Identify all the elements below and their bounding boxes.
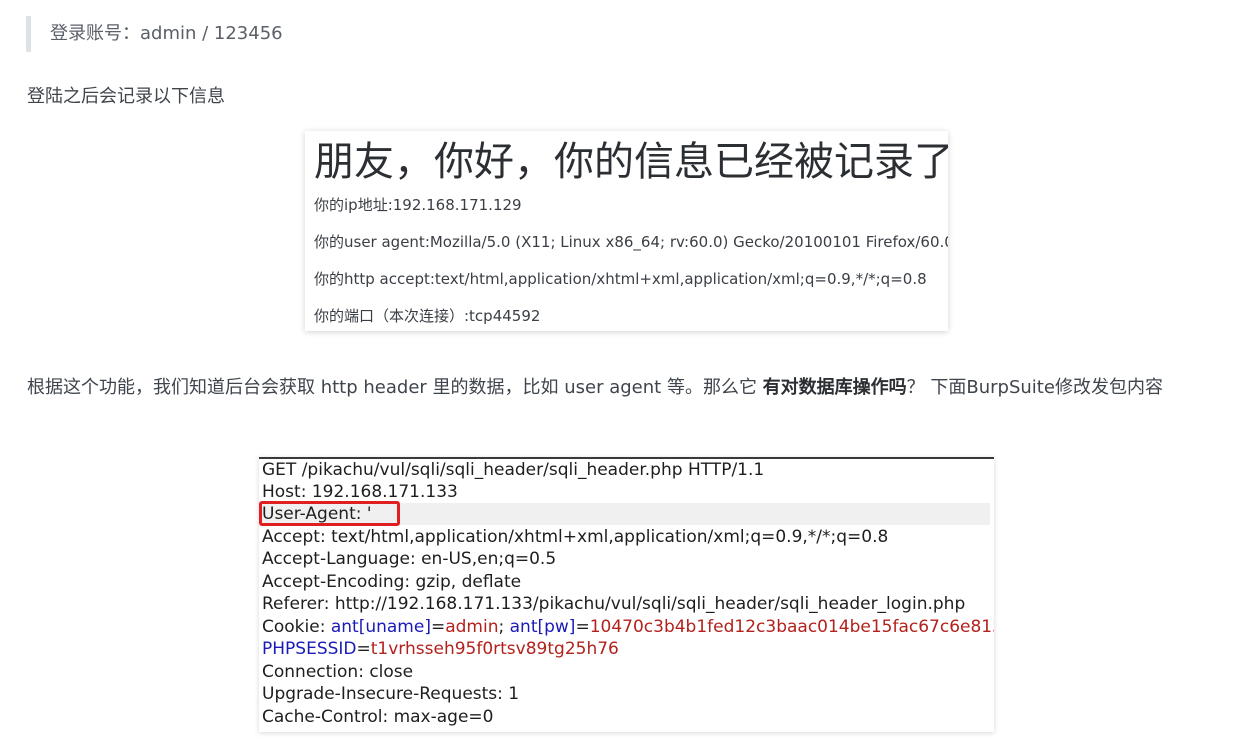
request-line-upgrade-insecure: Upgrade-Insecure-Requests: 1 [262,684,520,704]
request-line-get: GET /pikachu/vul/sqli/sqli_header/sqli_h… [262,460,765,480]
cookie-eq-2: = [575,617,590,637]
cookie-sep-1: ; [498,617,510,637]
cookie-key-uname: ant[uname] [330,617,431,637]
cookie-eq-3: = [356,639,371,659]
request-line-accept-language: Accept-Language: en-US,en;q=0.5 [262,549,557,569]
cookie-eq-1: = [430,617,446,637]
ip-address-line: 你的ip地址:192.168.171.129 [314,196,522,214]
request-line-referer: Referer: http://192.168.171.133/pikachu/… [262,594,966,614]
info-intro-paragraph: 登陆之后会记录以下信息 [27,86,225,107]
cookie-prefix: Cookie: [262,617,331,637]
cookie-key-pw: ant[pw] [509,617,576,637]
request-line-accept: Accept: text/html,application/xhtml+xml,… [262,527,889,547]
request-line-accept-encoding: Accept-Encoding: gzip, deflate [262,572,522,592]
recorded-info-screenshot: 朋友，你好，你的信息已经被记录了 你的ip地址:192.168.171.129 … [305,131,948,331]
http-accept-line: 你的http accept:text/html,application/xhtm… [314,270,927,288]
recorded-info-title: 朋友，你好，你的信息已经被记录了 [314,139,948,185]
request-line-cookie: Cookie: ant[uname]=admin; ant[pw]=10470c… [262,616,994,638]
port-line: 你的端口（本次连接）:tcp44592 [314,307,541,325]
cookie-key-phpsessid: PHPSESSID [262,639,357,659]
burp-request-screenshot: GET /pikachu/vul/sqli/sqli_header/sqli_h… [259,457,994,732]
request-line-cache-control: Cache-Control: max-age=0 [262,707,494,727]
quote-text: 登录账号：admin / 123456 [50,23,283,44]
explanation-text-after: ？ 下面BurpSuite修改发包内容 [906,377,1163,398]
explanation-text-before: 根据这个功能，我们知道后台会获取 http header 里的数据，比如 use… [27,377,763,398]
user-agent-line: 你的user agent:Mozilla/5.0 (X11; Linux x86… [314,233,948,251]
cookie-value-phpsessid: t1vrhsseh95f0rtsv89tg25h76 [370,639,619,659]
login-credentials-quote: 登录账号：admin / 123456 [26,16,386,52]
request-line-phpsessid: PHPSESSID=t1vrhsseh95f0rtsv89tg25h76 [262,638,990,660]
cookie-value-uname: admin [445,617,499,637]
request-line-host: Host: 192.168.171.133 [262,482,458,502]
cookie-value-pw: 10470c3b4b1fed12c3baac014be15fac67c6e815 [589,617,994,637]
request-line-connection: Connection: close [262,662,414,682]
explanation-bold-text: 有对数据库操作吗 [762,377,907,398]
user-agent-highlight-box [259,501,400,526]
explanation-paragraph: 根据这个功能，我们知道后台会获取 http header 里的数据，比如 use… [27,371,1237,404]
